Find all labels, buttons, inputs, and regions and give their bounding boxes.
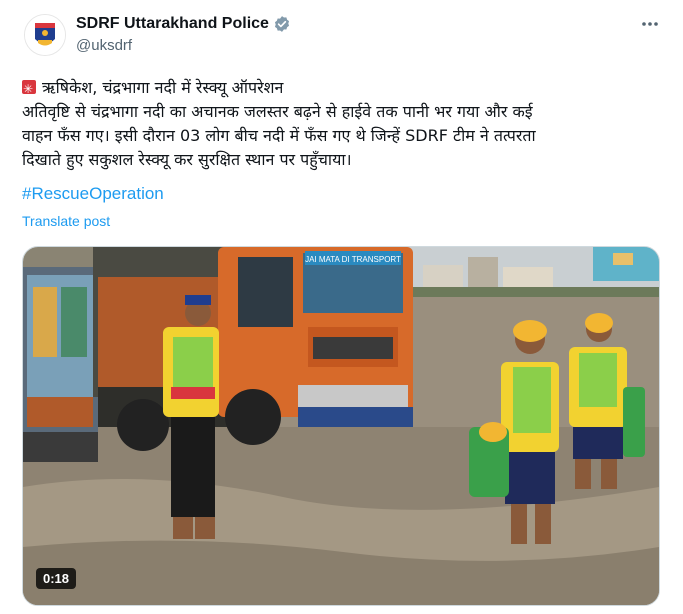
author-name[interactable]: SDRF Uttarakhand Police bbox=[76, 14, 269, 34]
tweet-card: SDRF Uttarakhand Police @uksdrf ऋषिकेश, … bbox=[0, 0, 683, 614]
author-handle[interactable]: @uksdrf bbox=[76, 37, 132, 54]
sdrf-logo-icon bbox=[25, 15, 65, 55]
post-line-2: अतिवृष्टि से चंद्रभागा नदी का अचानक जलस्… bbox=[22, 102, 533, 121]
post-text: ऋषिकेश, चंद्रभागा नदी में रेस्क्यू ऑपरेश… bbox=[22, 76, 662, 172]
video-media[interactable]: JAI MATA DI TRANSPORT bbox=[22, 246, 660, 606]
avatar[interactable] bbox=[24, 14, 66, 56]
siren-icon bbox=[22, 77, 36, 101]
more-options-icon[interactable] bbox=[640, 16, 660, 32]
translate-post-link[interactable]: Translate post bbox=[22, 213, 110, 229]
hashtag-link[interactable]: #RescueOperation bbox=[22, 184, 164, 204]
video-thumbnail: JAI MATA DI TRANSPORT bbox=[23, 247, 659, 605]
verified-badge-icon bbox=[274, 16, 289, 32]
video-duration-badge: 0:18 bbox=[36, 568, 77, 589]
post-line-4: दिखाते हुए सकुशल रेस्क्यू कर सुरक्षित स्… bbox=[22, 150, 352, 169]
post-line-3: वाहन फँस गए। इसी दौरान 03 लोग बीच नदी मे… bbox=[22, 126, 536, 145]
truck-sign: JAI MATA DI TRANSPORT bbox=[305, 255, 401, 264]
post-line-1: ऋषिकेश, चंद्रभागा नदी में रेस्क्यू ऑपरेश… bbox=[22, 76, 662, 101]
author-name-row[interactable]: SDRF Uttarakhand Police bbox=[76, 14, 291, 34]
post-headline: ऋषिकेश, चंद्रभागा नदी में रेस्क्यू ऑपरेश… bbox=[42, 78, 284, 97]
